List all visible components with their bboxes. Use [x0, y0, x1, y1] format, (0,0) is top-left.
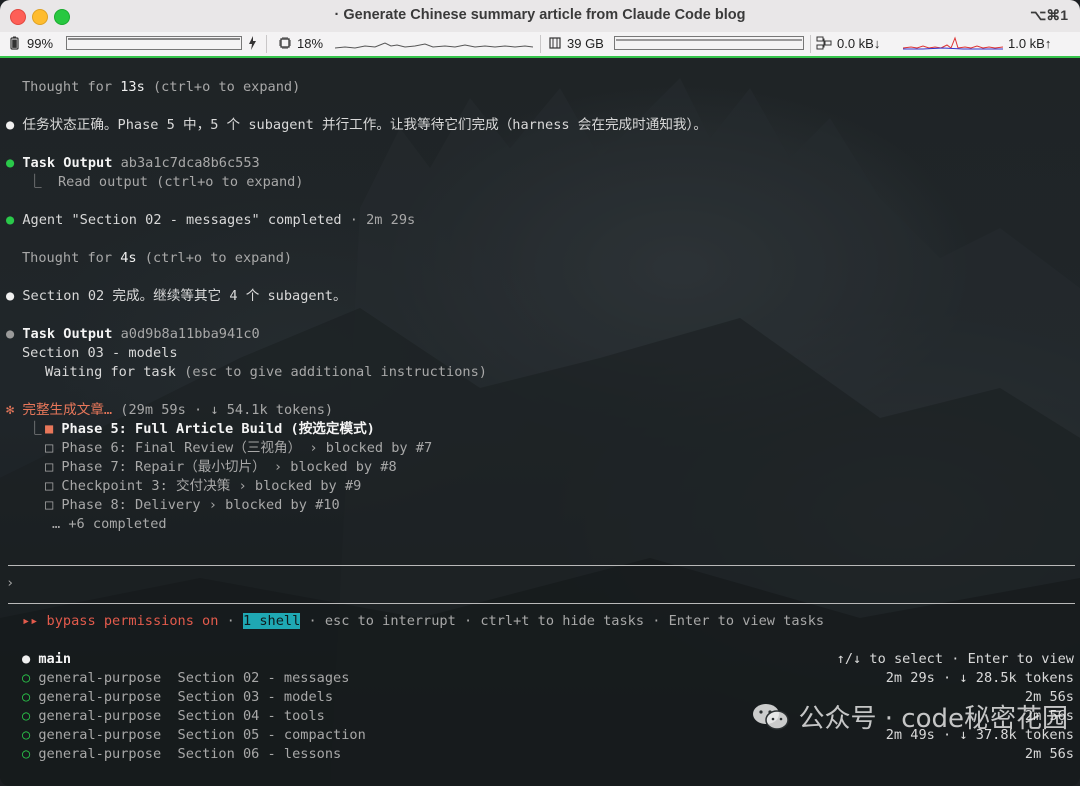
- status-bar: 99% 18% 39 GB 0.0 kB↓ 1.0 kB↑: [0, 32, 1080, 58]
- message-2: ● Section 02 完成。继续等其它 4 个 subagent。: [6, 288, 347, 304]
- phase-item: □ Checkpoint 3: 交付决策 › blocked by #9: [45, 478, 362, 494]
- battery-graph: [66, 36, 242, 50]
- selected-dot-icon: ●: [22, 651, 39, 667]
- task-row[interactable]: ○ general-purpose Section 02 - messages: [22, 669, 349, 688]
- phase-item: □ Phase 8: Delivery › blocked by #10: [45, 497, 340, 513]
- task-output-2-section: Section 03 - models: [22, 345, 178, 361]
- task-output-1: ● Task Output ab3a1c7dca8b6c553: [6, 155, 260, 171]
- task-row-meta: 2m 29s · ↓ 28.5k tokens: [885, 670, 1074, 686]
- window-shortcut: ⌥⌘1: [1030, 7, 1068, 23]
- status-dot-icon: ●: [6, 326, 23, 342]
- task-row[interactable]: ○ general-purpose Section 05 - compactio…: [22, 726, 366, 745]
- progress-line: ✻ 完整生成文章… (29m 59s · ↓ 54.1k tokens): [6, 402, 334, 418]
- task-output-2: ● Task Output a0d9b8a11bba941c0: [6, 326, 260, 342]
- thought-line-1: Thought for 13s (ctrl+o to expand): [22, 79, 301, 95]
- phase-item: □ Phase 6: Final Review（三视角） › blocked b…: [45, 440, 433, 456]
- phase-tree-branch-icon: ⎿: [28, 421, 42, 437]
- prompt-caret-icon: ›: [6, 575, 15, 591]
- memory-used: 39 GB: [567, 36, 604, 51]
- bypass-arrows-icon: ▸▸: [22, 613, 39, 629]
- tasks-hint: ↑/↓ to select · Enter to view: [836, 651, 1074, 667]
- cpu-graph: [335, 42, 533, 49]
- circle-icon: ○: [22, 689, 39, 705]
- circle-icon: ○: [22, 708, 39, 724]
- task-row-meta: 2m 56s: [1024, 746, 1074, 762]
- prompt-top-rule: [8, 565, 1075, 566]
- task-row[interactable]: ○ general-purpose Section 04 - tools: [22, 707, 325, 726]
- status-dot-icon: ●: [6, 212, 23, 228]
- phase-item-active: ■ Phase 5: Full Article Build (按选定模式): [45, 421, 375, 437]
- title-bar: · Generate Chinese summary article from …: [0, 0, 1080, 33]
- more-completed: … +6 completed: [52, 516, 167, 532]
- battery-percent: 99%: [27, 36, 54, 51]
- task-row[interactable]: ○ general-purpose Section 06 - lessons: [22, 745, 341, 764]
- prompt-input[interactable]: [24, 572, 1064, 596]
- circle-icon: ○: [22, 746, 39, 762]
- agent-completed: ● Agent "Section 02 - messages" complete…: [6, 212, 416, 228]
- network-icon: [816, 36, 832, 53]
- bypass-permissions-label: bypass permissions on: [38, 613, 219, 629]
- bullet-icon: ●: [6, 288, 23, 304]
- terminal-window: · Generate Chinese summary article from …: [0, 0, 1080, 786]
- task-row[interactable]: ○ general-purpose Section 03 - models: [22, 688, 333, 707]
- bullet-icon: ●: [6, 117, 23, 133]
- message-1: ● 任务状态正确。Phase 5 中，5 个 subagent 并行工作。让我等…: [6, 117, 707, 133]
- status-dot-icon: ●: [6, 155, 23, 171]
- cpu-icon: [278, 36, 292, 53]
- memory-icon: [549, 36, 561, 53]
- network-up: 1.0 kB↑: [1008, 36, 1052, 51]
- thought-line-2: Thought for 4s (ctrl+o to expand): [22, 250, 293, 266]
- watermark: 公众号 · code秘密花园: [751, 698, 1069, 735]
- memory-graph: [614, 36, 804, 50]
- wechat-icon: [751, 702, 791, 732]
- network-graph: [903, 36, 1003, 50]
- task-output-1-sub: ⎿ Read output (ctrl+o to expand): [28, 174, 304, 190]
- battery-icon: [10, 36, 19, 53]
- mode-status-line: ▸▸ bypass permissions on · 1 shell · esc…: [22, 613, 825, 629]
- charging-icon: [248, 36, 257, 53]
- spinner-icon: ✻: [6, 402, 23, 418]
- task-output-2-waiting: Waiting for task (esc to give additional…: [45, 364, 487, 380]
- window-title: · Generate Chinese summary article from …: [334, 7, 746, 23]
- tree-branch-icon: ⎿: [28, 174, 58, 190]
- shell-badge[interactable]: 1 shell: [243, 613, 301, 629]
- phase-item: □ Phase 7: Repair（最小切片） › blocked by #8: [45, 459, 397, 475]
- tasks-main-item[interactable]: ● main: [22, 650, 71, 669]
- cpu-percent: 18%: [297, 36, 324, 51]
- prompt-bottom-rule: [8, 603, 1075, 604]
- terminal-pane[interactable]: Thought for 13s (ctrl+o to expand) ● 任务状…: [0, 58, 1080, 786]
- circle-icon: ○: [22, 670, 39, 686]
- watermark-text: 公众号 · code秘密花园: [798, 704, 1069, 734]
- circle-icon: ○: [22, 727, 39, 743]
- network-down: 0.0 kB↓: [837, 36, 881, 51]
